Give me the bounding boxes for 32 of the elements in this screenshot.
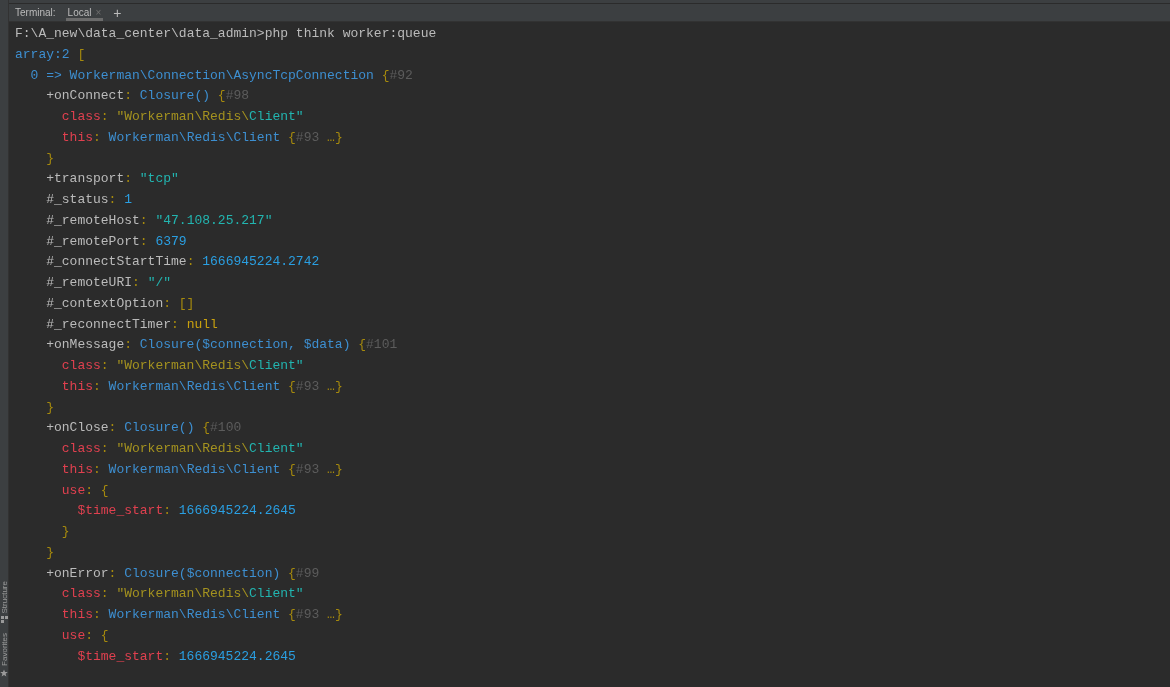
terminal-line: 0 => Workerman\Connection\AsyncTcpConnection {#92: [30, 66, 413, 85]
terminal-line: #_reconnectTimer: null: [46, 315, 218, 334]
tab-label: Local: [67, 6, 92, 20]
terminal-line: class: "Workerman\Redis\Client": [61, 440, 304, 458]
terminal-line: use: {: [61, 481, 109, 500]
terminal-tab[interactable]: Local ×: [65, 4, 104, 21]
terminal-line: class: "Workerman\Redis\Client": [61, 585, 304, 604]
side-tab[interactable]: Favorites: [0, 633, 9, 666]
new-tab-button[interactable]: +: [113, 5, 122, 20]
terminal-line: }: [46, 398, 54, 417]
terminal-line: use: {: [61, 626, 109, 645]
terminal-line: class: "Workerman\Redis\Client": [61, 108, 304, 126]
terminal-line: #_connectStartTime: 1666945224.2742: [46, 253, 320, 272]
toolwindow-title: Terminal:: [15, 6, 56, 20]
terminal-line: #_remoteURI: "/": [46, 274, 172, 292]
side-tab[interactable]: Structure: [0, 580, 9, 614]
terminal-line: #_remotePort: 6379: [46, 232, 187, 251]
terminal-line: }: [46, 543, 54, 562]
star-icon: [0, 669, 8, 677]
terminal-line: $time_start: 1666945224.2645: [77, 647, 296, 666]
terminal-line: $time_start: 1666945224.2645: [77, 502, 296, 521]
terminal-line: +transport: "tcp": [46, 170, 179, 189]
terminal-line: F:\A_new\data_center\data_admin>php think worker:queue: [15, 25, 437, 43]
terminal-line: }: [46, 149, 54, 168]
structure-icon: [0, 616, 8, 624]
terminal-line: #_status: 1: [46, 191, 133, 209]
tab-close-button[interactable]: ×: [95, 5, 102, 20]
terminal-line: class: "Workerman\Redis\Client": [61, 357, 304, 375]
terminal-line: #_contextOption: []: [46, 294, 195, 313]
terminal-line: #_remoteHost: "47.108.25.217": [46, 211, 273, 230]
terminal-line: }: [61, 523, 70, 541]
terminal-line: array:2 [: [15, 45, 86, 64]
